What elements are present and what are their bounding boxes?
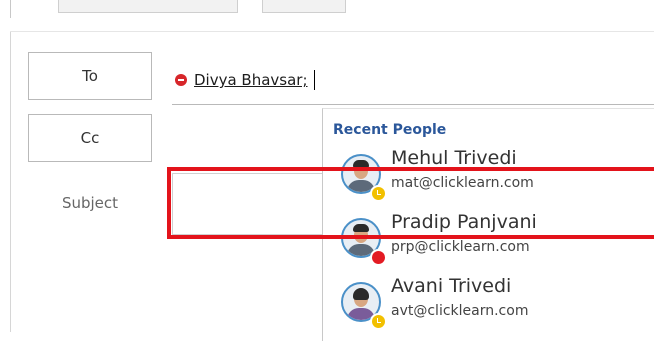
- text-caret: [313, 70, 315, 90]
- suggestion-email: mat@clicklearn.com: [391, 175, 534, 191]
- ribbon-tab-2[interactable]: [262, 0, 346, 13]
- to-button-label: To: [82, 67, 98, 85]
- left-rail: [0, 32, 11, 332]
- clock-icon: [370, 185, 387, 202]
- ribbon-divider: [10, 0, 11, 18]
- ribbon-strip: [0, 0, 654, 32]
- clock-icon: [370, 313, 387, 330]
- to-button[interactable]: To: [28, 52, 152, 100]
- suggestion-item[interactable]: Pradip Panjvani prp@clicklearn.com: [337, 211, 654, 271]
- busy-dot-icon: [370, 249, 387, 266]
- suggestion-name: Pradip Panjvani: [391, 211, 537, 233]
- suggestion-name: Mehul Trivedi: [391, 147, 517, 169]
- to-recipient-field[interactable]: Divya Bhavsar;: [175, 68, 315, 92]
- to-field-underline: [172, 104, 654, 105]
- recent-people-dropdown: Recent People Mehul Trivedi mat@clicklea…: [322, 108, 654, 341]
- suggestion-email: avt@clicklearn.com: [391, 303, 529, 319]
- ribbon-bottom-border: [10, 31, 654, 32]
- subject-input[interactable]: [172, 173, 322, 235]
- subject-label: Subject: [61, 194, 119, 212]
- suggestion-item[interactable]: Avani Trivedi avt@clicklearn.com: [337, 275, 654, 335]
- recent-people-header: Recent People: [333, 122, 447, 138]
- suggestion-email: prp@clicklearn.com: [391, 239, 530, 255]
- suggestion-item[interactable]: Mehul Trivedi mat@clicklearn.com: [337, 147, 654, 207]
- cc-button[interactable]: Cc: [28, 114, 152, 162]
- remove-recipient-icon[interactable]: [175, 74, 187, 86]
- suggestion-name: Avani Trivedi: [391, 275, 512, 297]
- cc-button-label: Cc: [80, 129, 100, 147]
- recipient-name[interactable]: Divya Bhavsar;: [194, 71, 308, 89]
- ribbon-tab-1[interactable]: [58, 0, 238, 13]
